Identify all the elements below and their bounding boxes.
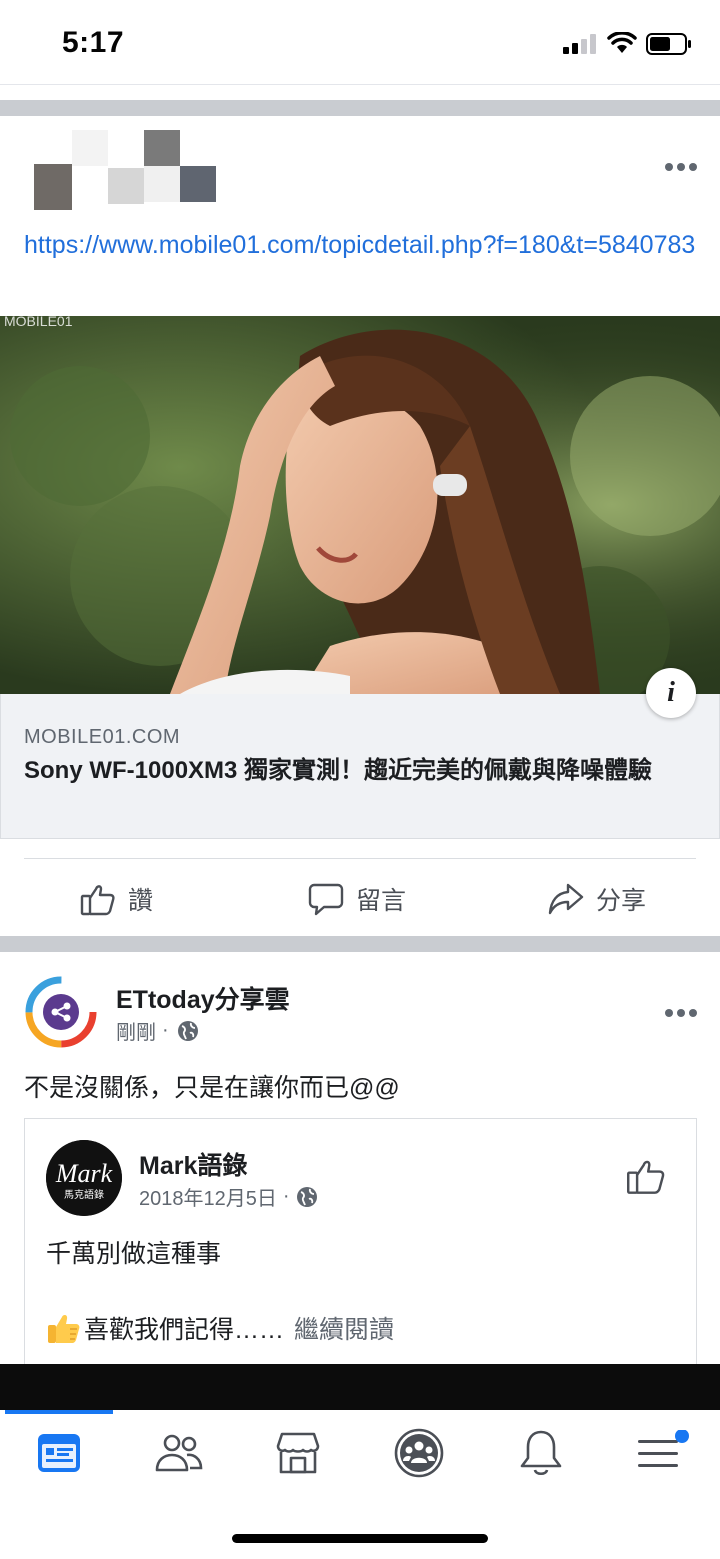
nav-marketplace[interactable] [268, 1426, 328, 1480]
globe-icon [296, 1186, 317, 1207]
home-indicator[interactable] [232, 1534, 488, 1543]
info-icon[interactable]: i [646, 668, 696, 718]
nav-groups[interactable] [389, 1426, 449, 1480]
svg-text:MOBILE01: MOBILE01 [4, 316, 73, 329]
post-time[interactable]: 剛剛 [116, 1016, 156, 1045]
marketplace-icon [276, 1432, 320, 1474]
shared-post-more-text: 喜歡我們記得…… [84, 1316, 285, 1344]
post-link[interactable]: https://www.mobile01.com/topicdetail.php… [24, 228, 704, 263]
post-author-name[interactable]: ETtoday分享雲 [116, 980, 290, 1016]
battery-icon [646, 33, 692, 60]
share-button[interactable]: 分享 [548, 879, 646, 919]
nav-friends[interactable] [149, 1426, 209, 1480]
shared-post-date[interactable]: 2018年12月5日 [139, 1182, 277, 1211]
thumbs-up-icon [80, 885, 115, 916]
read-more-link[interactable]: 繼續閱讀 [294, 1310, 394, 1346]
share-label: 分享 [596, 887, 647, 915]
menu-icon [638, 1430, 689, 1467]
feed-divider [0, 936, 720, 952]
blurred-avatar[interactable] [34, 130, 218, 216]
post-meta: 剛剛 · [116, 1016, 199, 1045]
link-domain: MOBILE01.COM [24, 726, 181, 748]
link-preview-image[interactable]: MOBILE01 [0, 316, 720, 694]
wifi-icon [607, 31, 637, 59]
globe-icon [177, 1020, 198, 1041]
shared-author-name[interactable]: Mark語錄 [139, 1146, 247, 1182]
comment-button[interactable]: 留言 [308, 879, 406, 919]
like-button[interactable]: 讚 [80, 879, 153, 919]
friends-icon [155, 1434, 203, 1472]
status-time: 5:17 [62, 26, 125, 59]
mark-avatar-subtext: 馬克語錄 [64, 1188, 104, 1201]
nav-menu[interactable] [630, 1426, 690, 1480]
like-label: 讚 [128, 887, 154, 915]
home-icon [38, 1434, 80, 1472]
black-overlay-bar [0, 1364, 720, 1410]
thumbs-up-icon [627, 1160, 665, 1194]
post-options-button[interactable] [664, 992, 698, 1026]
nav-home[interactable] [29, 1426, 89, 1480]
share-icon [548, 883, 584, 915]
nav-active-indicator [5, 1410, 113, 1414]
notifications-icon [520, 1430, 562, 1476]
nav-notifications[interactable] [511, 1426, 571, 1480]
mark-avatar[interactable]: Mark 馬克語錄 [46, 1140, 122, 1216]
link-title[interactable]: Sony WF-1000XM3 獨家實測！趨近完美的佩戴與降噪體驗 [24, 756, 704, 786]
post-action-row: 讚 留言 分享 [24, 858, 696, 939]
ettoday-avatar[interactable] [25, 976, 97, 1048]
thumbs-up-emoji-icon [48, 1314, 80, 1343]
mark-avatar-text: Mark [55, 1159, 113, 1188]
shared-post-meta: 2018年12月5日 · [139, 1182, 318, 1211]
page-like-button[interactable] [626, 1156, 666, 1201]
comment-label: 留言 [356, 887, 407, 915]
feed-divider [0, 100, 720, 116]
signal-icon [563, 34, 597, 59]
shared-post-more: 喜歡我們記得…… 繼續閱讀 [46, 1310, 394, 1346]
comment-icon [308, 883, 344, 916]
post-options-button[interactable] [664, 146, 698, 180]
shared-post-text: 千萬別做這種事 [46, 1240, 222, 1268]
post-text: 不是沒關係，只是在讓你而已@@ [24, 1074, 400, 1102]
groups-icon [394, 1428, 444, 1478]
